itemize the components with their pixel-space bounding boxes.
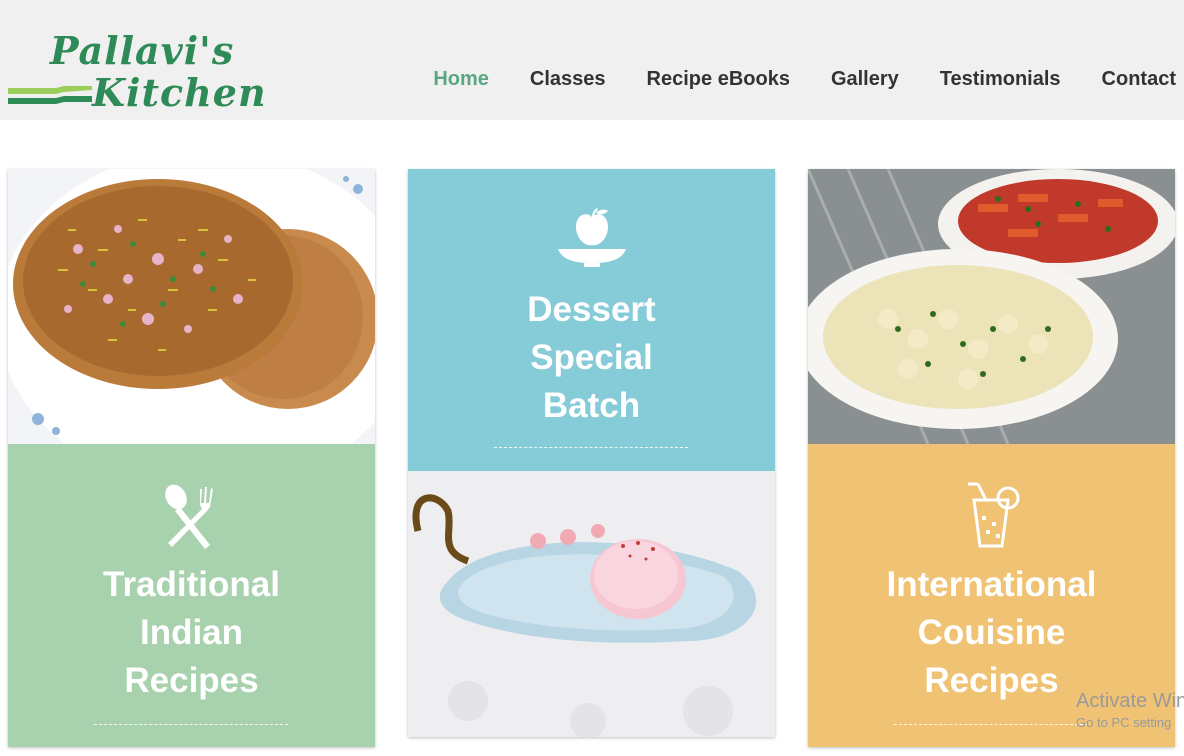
watermark-line2: Go to PC setting [1076,715,1172,730]
fruit-bowl-icon [558,208,626,267]
card-panel: Traditional Indian Recipes [8,444,375,747]
brand-logo[interactable]: Pallavi's Kitchen [6,26,266,118]
divider [94,724,288,725]
card-title-line: Traditional [103,565,280,604]
card-traditional-indian[interactable]: Traditional Indian Recipes [8,169,375,747]
spoon-fork-icon [165,484,213,549]
divider [894,724,1088,725]
card-international-cuisine[interactable]: International Couisine Recipes [808,169,1175,747]
nav-classes[interactable]: Classes [530,68,606,91]
card-title-line: Couisine [917,613,1066,652]
card-title-line: Indian [139,613,244,652]
card-title-line: Recipes [124,661,259,700]
nav-home[interactable]: Home [433,68,489,91]
fork-logo-icon [8,86,92,104]
card-title: Dessert Special Batch [408,286,775,430]
pasta-photo [808,169,1175,444]
ice-cream-photo [408,471,775,737]
card-panel: Dessert Special Batch [408,169,775,471]
divider [494,447,688,448]
site-header: Pallavi's Kitchen Home Classes Recipe eB… [0,0,1184,120]
nav-contact[interactable]: Contact [1102,68,1176,91]
nav-testimonials[interactable]: Testimonials [940,68,1061,91]
card-title-line: Special [530,338,653,377]
card-title-line: Dessert [527,290,656,329]
paratha-photo [8,169,375,444]
drink-icon [968,482,1020,548]
activation-watermark: Activate Win Go to PC setting [1076,690,1184,730]
card-dessert-special[interactable]: Dessert Special Batch [408,169,775,737]
watermark-line1: Activate Win [1076,690,1184,712]
main-nav: Home Classes Recipe eBooks Gallery Testi… [392,68,1176,91]
brand-name-line1: Pallavi's [50,28,235,73]
card-title-line: Batch [542,386,641,425]
nav-recipe-ebooks[interactable]: Recipe eBooks [647,68,790,91]
brand-name-line2: Kitchen [92,70,267,115]
card-title-line: International [886,565,1097,604]
card-title: International Couisine Recipes [808,561,1175,705]
card-title: Traditional Indian Recipes [8,561,375,705]
nav-gallery[interactable]: Gallery [831,68,899,91]
